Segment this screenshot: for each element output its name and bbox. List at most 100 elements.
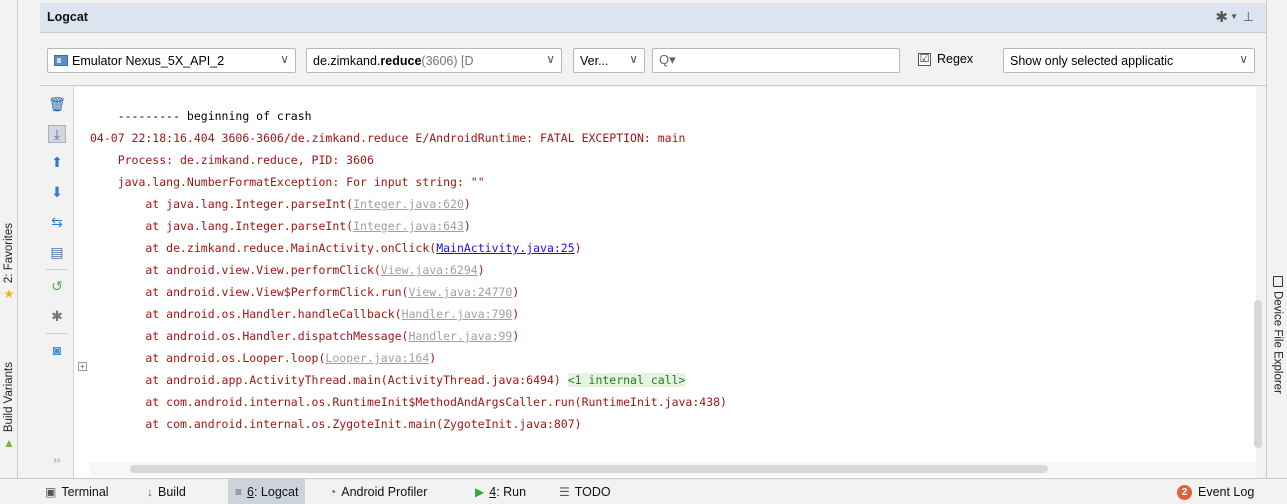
regex-checkbox[interactable]: ☑ Regex xyxy=(918,52,973,66)
log-level-value: Ver... xyxy=(580,53,609,68)
panel-title: Logcat xyxy=(47,10,88,24)
logcat-tab[interactable]: ≡ 6: Logcat xyxy=(228,479,306,504)
caret-down-icon[interactable]: ▼ xyxy=(1230,12,1238,21)
device-file-explorer-label: Device File Explorer xyxy=(1271,291,1284,394)
stack-frame: at de.zimkand.reduce.MainActivity.onClic… xyxy=(90,241,582,255)
star-icon: ★ xyxy=(3,286,15,301)
expand-fold-icon[interactable]: + xyxy=(78,362,87,371)
stack-frame: at java.lang.Integer.parseInt(Integer.ja… xyxy=(90,219,471,233)
divider xyxy=(46,333,68,334)
logcat-label: : Logcat xyxy=(253,485,299,499)
stack-frame: at android.view.View$PerformClick.run(Vi… xyxy=(90,285,520,299)
terminal-tab[interactable]: ▣ Terminal xyxy=(38,479,116,504)
gear-icon[interactable]: ✱ xyxy=(1215,8,1228,26)
screen-capture-icon[interactable]: ◙ xyxy=(48,341,66,359)
logcat-toolbar: Emulator Nexus_5X_API_2 ∨ de.zimkand. red… xyxy=(40,34,1266,86)
logcat-actions: 🗑 ⤓ ⬆ ⬇ ⇆ ▤ ↺ ✱ ◙ ›› xyxy=(40,87,74,478)
source-link[interactable]: View.java:6294 xyxy=(381,263,478,277)
device-select[interactable]: Emulator Nexus_5X_API_2 ∨ xyxy=(47,48,296,73)
source-link[interactable]: Looper.java:164 xyxy=(325,351,429,365)
todo-tab[interactable]: ☰ TODO xyxy=(552,479,618,504)
internal-call-fold[interactable]: <1 internal call> xyxy=(567,373,686,387)
emulator-icon xyxy=(54,55,68,66)
print-icon[interactable]: ▤ xyxy=(48,243,66,261)
logcat-panel: Logcat ✱ ▼ ⊥ Emulator Nexus_5X_API_2 ∨ d… xyxy=(40,0,1266,478)
event-log-label: Event Log xyxy=(1198,485,1255,499)
process-select[interactable]: de.zimkand. reduce (3606) [D ∨ xyxy=(306,48,562,73)
vertical-scrollbar[interactable] xyxy=(1254,300,1262,448)
source-link[interactable]: Integer.java:643 xyxy=(353,219,464,233)
divider xyxy=(46,269,68,270)
regex-label: Regex xyxy=(937,52,974,66)
stack-frame: at android.os.Handler.dispatchMessage(Ha… xyxy=(90,329,520,343)
chevron-down-icon: ∨ xyxy=(1239,52,1248,66)
device-file-explorer-tab[interactable]: Device File Explorer xyxy=(1267,276,1287,394)
build-label: Build xyxy=(158,485,186,499)
source-link[interactable]: MainActivity.java:25 xyxy=(436,241,574,255)
hide-panel-icon[interactable]: ⊥ xyxy=(1243,9,1254,25)
process-prefix: de.zimkand. xyxy=(313,53,381,68)
panel-title-bar: Logcat ✱ ▼ ⊥ xyxy=(40,3,1266,33)
source-link[interactable]: Handler.java:99 xyxy=(409,329,513,343)
process-suffix: (3606) [D xyxy=(421,53,474,68)
logcat-mnemonic: 6 xyxy=(247,485,254,499)
tool-window-bar: ▣ Terminal ↓ Build ≡ 6: Logcat ◔ Android Pro… xyxy=(0,478,1287,504)
search-input[interactable]: Q▾ xyxy=(652,48,900,73)
event-log-tab[interactable]: 2 Event Log xyxy=(1170,479,1261,504)
arrow-up-icon[interactable]: ⬆ xyxy=(48,153,66,171)
todo-label: TODO xyxy=(574,485,611,499)
stack-frame: at com.android.internal.os.ZygoteInit.ma… xyxy=(90,417,582,431)
log-line: 04-07 22:18:16.404 3606-3606/de.zimkand.… xyxy=(90,131,686,145)
stack-frame: at android.os.Looper.loop(Looper.java:16… xyxy=(90,351,437,365)
build-tab[interactable]: ↓ Build xyxy=(140,479,193,504)
run-mnemonic: 4 xyxy=(489,485,497,499)
favorites-label: 2: Favorites xyxy=(3,223,15,284)
log-line: java.lang.NumberFormatException: For inp… xyxy=(90,175,485,189)
chevron-down-icon: ∨ xyxy=(280,52,289,66)
scroll-thumb[interactable] xyxy=(130,465,1048,473)
arrow-down-icon[interactable]: ⬇ xyxy=(48,183,66,201)
terminal-icon: ▣ xyxy=(45,485,57,499)
scroll-to-end-icon[interactable]: ⤓ xyxy=(48,125,66,143)
left-tool-strip: 2: Favorites ★ Build Variants ▲ xyxy=(0,0,18,478)
android-icon: ▲ xyxy=(3,435,15,450)
log-line: --------- beginning of crash xyxy=(90,109,312,123)
filter-select[interactable]: Show only selected applicatic ∨ xyxy=(1003,48,1255,73)
profiler-label: Android Profiler xyxy=(341,485,428,499)
soft-wrap-icon[interactable]: ⇆ xyxy=(48,213,66,231)
stack-frame: at android.app.ActivityThread.main(Activ… xyxy=(90,373,686,387)
process-bold: reduce xyxy=(380,53,422,68)
android-studio-window: 2: Favorites ★ Build Variants ▲ Device F… xyxy=(0,0,1287,504)
todo-icon: ☰ xyxy=(559,485,570,499)
log-line: Process: de.zimkand.reduce, PID: 3606 xyxy=(90,153,374,167)
log-output[interactable]: --------- beginning of crash 04-07 22:18… xyxy=(90,87,1256,478)
search-icon: Q▾ xyxy=(659,52,676,67)
profiler-icon: ◔ xyxy=(329,485,337,499)
more-icon[interactable]: ›› xyxy=(48,451,66,469)
source-link[interactable]: View.java:24770 xyxy=(409,285,513,299)
terminal-label: Terminal xyxy=(61,485,109,499)
trash-icon[interactable]: 🗑 xyxy=(48,95,66,113)
build-variants-tab[interactable]: Build Variants ▲ xyxy=(0,345,18,467)
favorites-tab[interactable]: 2: Favorites ★ xyxy=(0,212,18,312)
log-level-select[interactable]: Ver... ∨ xyxy=(573,48,645,73)
regex-check-box[interactable]: ☑ xyxy=(918,52,931,66)
restart-icon[interactable]: ↺ xyxy=(48,277,66,295)
run-label: : Run xyxy=(496,485,527,499)
filter-value: Show only selected applicatic xyxy=(1010,53,1174,68)
stack-frame: at com.android.internal.os.RuntimeInit$M… xyxy=(90,395,727,409)
stack-frame: at android.view.View.performClick(View.j… xyxy=(90,263,485,277)
event-count-badge: 2 xyxy=(1177,484,1192,500)
log-gutter xyxy=(74,87,90,478)
settings-icon[interactable]: ✱ xyxy=(48,307,66,325)
build-icon: ↓ xyxy=(147,485,153,499)
android-profiler-tab[interactable]: ◔ Android Profiler xyxy=(322,479,434,504)
source-link[interactable]: Integer.java:620 xyxy=(353,197,464,211)
run-tab[interactable]: ▶ 4: Run xyxy=(468,479,533,504)
source-link[interactable]: Handler.java:790 xyxy=(402,307,513,321)
run-icon: ▶ xyxy=(475,485,485,499)
chevron-down-icon: ∨ xyxy=(629,52,638,66)
build-variants-label: Build Variants xyxy=(3,362,15,433)
horizontal-scrollbar[interactable] xyxy=(90,462,1256,476)
device-value: Emulator Nexus_5X_API_2 xyxy=(72,53,225,68)
